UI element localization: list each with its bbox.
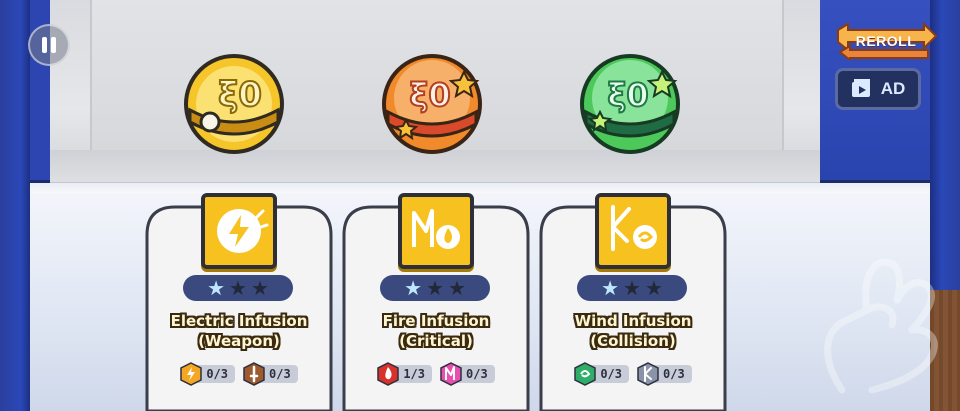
requirement-fire: 1/3 — [377, 362, 432, 386]
watch-ad-button[interactable]: AD — [835, 68, 921, 110]
card-title-line2: (Collision) — [590, 332, 676, 350]
requirement-wind: 0/3 — [574, 362, 629, 386]
requirement-electric: 0/3 — [180, 362, 235, 386]
card-title: Electric Infusion (Weapon) — [145, 311, 333, 351]
fire-orb: ξ0 — [382, 54, 482, 154]
requirement-weapon: 0/3 — [243, 362, 298, 386]
star-filled-icon: ★ — [404, 276, 423, 300]
wind-collision-icon — [595, 193, 671, 269]
star-empty-icon: ★ — [250, 276, 269, 300]
electric-element-icon — [180, 362, 203, 386]
video-icon — [851, 79, 870, 97]
hand-watermark-icon — [824, 258, 938, 394]
electric-orb: ξ0 — [184, 54, 284, 154]
critical-trait-icon — [440, 362, 462, 386]
machine-frame-left — [0, 0, 30, 411]
pause-icon-bar-left — [42, 37, 47, 53]
card-requirements: 1/3 0/3 — [342, 362, 530, 386]
collision-trait-icon — [637, 362, 659, 386]
card-title-line2: (Weapon) — [198, 332, 280, 350]
star-empty-icon: ★ — [426, 276, 444, 300]
star-empty-icon: ★ — [229, 276, 247, 300]
star-rating: ★ ★ ★ — [183, 275, 293, 301]
reroll-button[interactable]: REROLL — [832, 21, 940, 63]
card-title: Fire Infusion (Critical) — [342, 311, 530, 351]
svg-text:ξ0: ξ0 — [218, 75, 262, 115]
card-requirements: 0/3 0/3 — [145, 362, 333, 386]
svg-text:ξ0: ξ0 — [409, 76, 450, 114]
card-requirements: 0/3 0/3 — [539, 362, 727, 386]
card-title-line2: (Critical) — [399, 332, 473, 350]
wind-element-icon — [574, 362, 597, 386]
star-rating: ★ ★ ★ — [380, 275, 490, 301]
pause-icon-bar-right — [51, 37, 56, 53]
skill-card-electric-infusion[interactable]: ★ ★ ★ Electric Infusion (Weapon) 0/3 0/3 — [145, 193, 333, 411]
card-title-line1: Fire Infusion — [382, 312, 490, 330]
pause-button[interactable] — [28, 24, 70, 66]
ad-label: AD — [880, 79, 906, 98]
star-empty-icon: ★ — [623, 276, 641, 300]
requirement-critical: 0/3 — [440, 362, 495, 386]
wind-orb: ξ0 — [580, 54, 680, 154]
skill-card-fire-infusion[interactable]: ★ ★ ★ Fire Infusion (Critical) 1/3 0/3 — [342, 193, 530, 411]
lightning-icon — [201, 193, 277, 269]
star-filled-icon: ★ — [601, 276, 620, 300]
reroll-label: REROLL — [855, 33, 917, 49]
card-title: Wind Infusion (Collision) — [539, 311, 727, 351]
card-tray-edge — [30, 183, 930, 193]
card-title-line1: Electric Infusion — [170, 312, 308, 330]
fire-critical-icon — [398, 193, 474, 269]
requirement-collision: 0/3 — [637, 362, 692, 386]
star-empty-icon: ★ — [447, 276, 466, 300]
fire-element-icon — [377, 362, 400, 386]
svg-text:ξ0: ξ0 — [607, 76, 648, 114]
weapon-trait-icon — [243, 362, 265, 386]
star-rating: ★ ★ ★ — [577, 275, 687, 301]
star-filled-icon: ★ — [207, 276, 226, 300]
card-title-line1: Wind Infusion — [574, 312, 692, 330]
skill-card-wind-infusion[interactable]: ★ ★ ★ Wind Infusion (Collision) 0/3 0/3 — [539, 193, 727, 411]
star-empty-icon: ★ — [644, 276, 663, 300]
